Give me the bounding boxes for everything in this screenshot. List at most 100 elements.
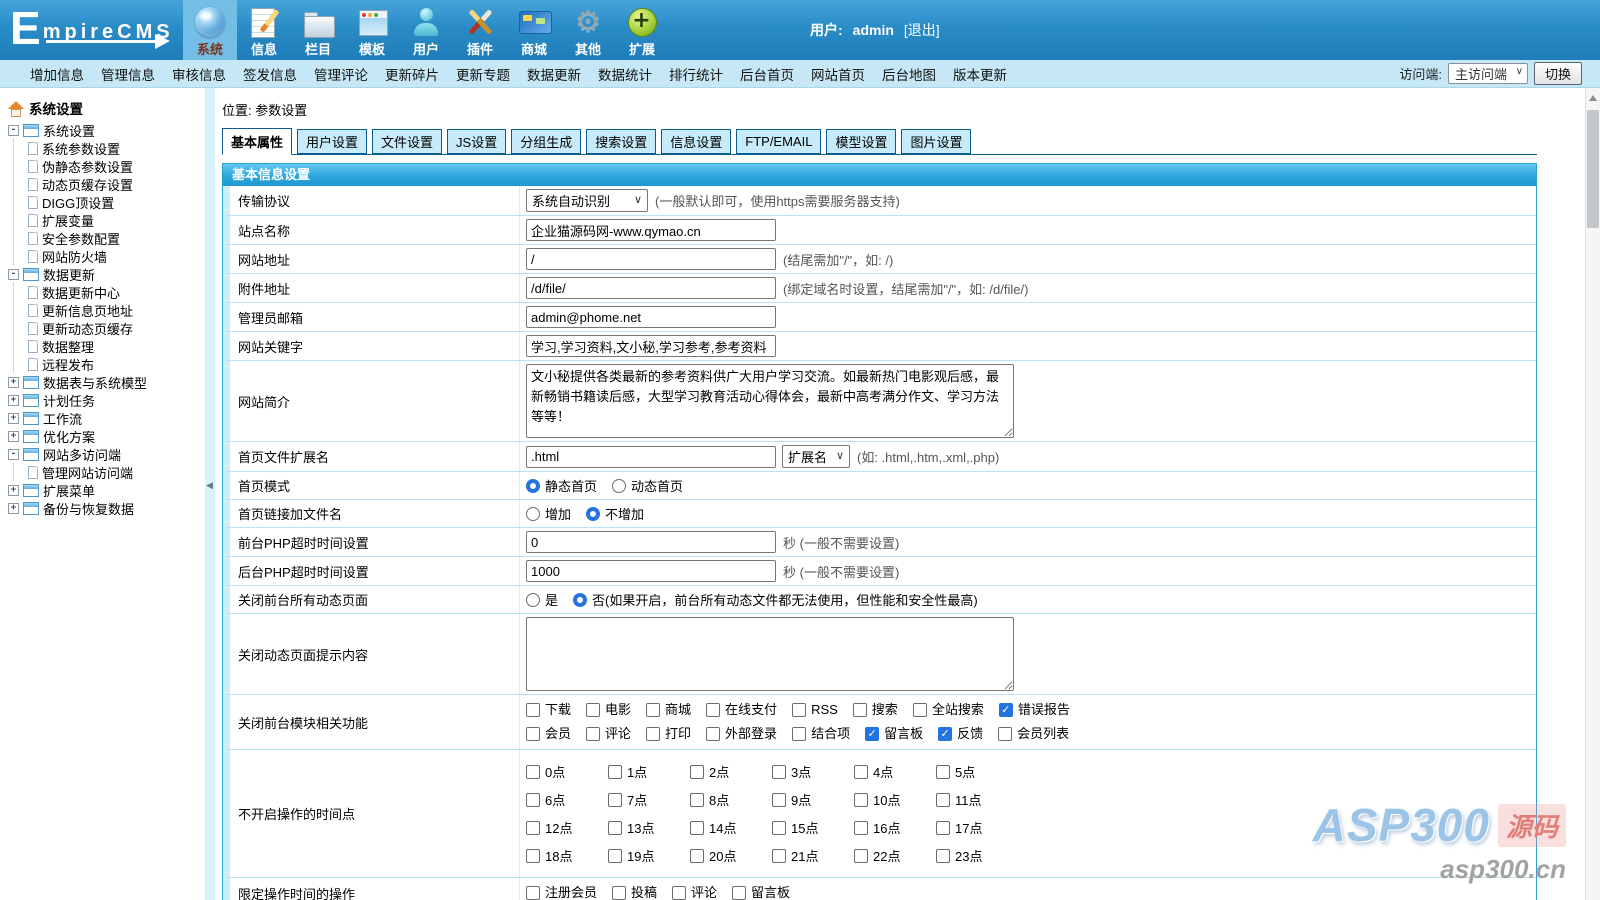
switch-button[interactable]: 切换 [1534,62,1582,85]
text-input[interactable] [526,531,776,553]
checkbox-option[interactable]: 打印 [646,722,691,746]
collapse-toggle-icon[interactable]: - [8,125,19,136]
checkbox-option[interactable]: 11点 [936,790,1003,809]
menu-item-globe[interactable]: 系统 [183,0,237,60]
menu-item-extend-plus[interactable]: 扩展 [615,0,669,60]
nav-link[interactable]: 数据更新 [527,64,581,84]
checkbox-unchecked[interactable] [936,765,950,779]
tree-leaf[interactable]: 安全参数配置 [28,229,205,247]
checkbox-unchecked[interactable] [608,821,622,835]
checkbox-option[interactable]: 8点 [690,790,757,809]
checkbox-unchecked[interactable] [526,727,540,741]
checkbox-option[interactable]: 下载 [526,698,571,722]
checkbox-unchecked[interactable] [772,821,786,835]
nav-link[interactable]: 后台地图 [882,64,936,84]
checkbox-option[interactable]: 结合项 [792,722,850,746]
checkbox-unchecked[interactable] [936,793,950,807]
radio-unchecked[interactable] [526,593,540,607]
checkbox-unchecked[interactable] [646,703,660,717]
radio-unchecked[interactable] [526,507,540,521]
checkbox-unchecked[interactable] [690,765,704,779]
checkbox-option[interactable]: 0点 [526,762,593,781]
checkbox-option[interactable]: 4点 [854,762,921,781]
menu-item-plugin-tools[interactable]: 插件 [453,0,507,60]
tab-4[interactable]: JS设置 [447,129,506,154]
checkbox-unchecked[interactable] [526,849,540,863]
textarea-input[interactable] [526,617,1014,691]
checkbox-option[interactable]: 留言板 [732,881,790,900]
tree-node[interactable]: -系统设置 [8,121,205,139]
menu-item-template-window[interactable]: 模板 [345,0,399,60]
scroll-up-icon[interactable] [1589,95,1597,101]
checkbox-option[interactable]: 22点 [854,846,921,865]
radio-option[interactable]: 否(如果开启，前台所有动态文件都无法使用，但性能和安全性最高) [573,590,978,609]
checkbox-option[interactable]: 3点 [772,762,839,781]
checkbox-unchecked[interactable] [854,849,868,863]
expand-toggle-icon[interactable]: + [8,413,19,424]
text-input[interactable] [526,248,776,270]
textarea-input[interactable] [526,364,1014,438]
nav-link[interactable]: 签发信息 [243,64,297,84]
checkbox-option[interactable]: 外部登录 [706,722,777,746]
nav-link[interactable]: 管理信息 [101,64,155,84]
nav-link[interactable]: 审核信息 [172,64,226,84]
tree-leaf[interactable]: 管理网站访问端 [28,463,205,481]
text-input[interactable] [526,335,776,357]
checkbox-option[interactable]: 13点 [608,818,675,837]
checkbox-unchecked[interactable] [854,765,868,779]
checkbox-option[interactable]: 反馈 [938,722,983,746]
checkbox-checked[interactable] [999,703,1013,717]
sidebar-root[interactable]: 系统设置 [8,98,205,118]
checkbox-option[interactable]: 评论 [586,722,631,746]
checkbox-option[interactable]: 在线支付 [706,698,777,722]
vertical-scrollbar[interactable] [1585,88,1600,900]
tree-node[interactable]: +备份与恢复数据 [8,499,205,517]
checkbox-option[interactable]: 19点 [608,846,675,865]
breadcrumb-current[interactable]: 参数设置 [255,103,307,118]
tab-6[interactable]: 搜索设置 [586,129,656,154]
checkbox-unchecked[interactable] [526,765,540,779]
expand-toggle-icon[interactable]: + [8,395,19,406]
checkbox-unchecked[interactable] [690,849,704,863]
checkbox-unchecked[interactable] [608,793,622,807]
dropdown-select[interactable]: 扩展名 [782,445,850,468]
tree-leaf[interactable]: 动态页缓存设置 [28,175,205,193]
checkbox-option[interactable]: RSS [792,698,838,722]
checkbox-option[interactable]: 评论 [672,881,717,900]
checkbox-option[interactable]: 6点 [526,790,593,809]
radio-unchecked[interactable] [612,479,626,493]
checkbox-option[interactable]: 商城 [646,698,691,722]
tree-leaf[interactable]: 更新动态页缓存 [28,319,205,337]
checkbox-option[interactable]: 会员 [526,722,571,746]
checkbox-unchecked[interactable] [792,703,806,717]
nav-link[interactable]: 更新碎片 [385,64,439,84]
tree-node[interactable]: +扩展菜单 [8,481,205,499]
checkbox-unchecked[interactable] [732,886,746,900]
checkbox-unchecked[interactable] [772,849,786,863]
tree-leaf[interactable]: 数据整理 [28,337,205,355]
checkbox-option[interactable]: 会员列表 [998,722,1069,746]
checkbox-option[interactable]: 搜索 [853,698,898,722]
checkbox-option[interactable]: 17点 [936,818,1003,837]
radio-option[interactable]: 不增加 [586,504,644,523]
checkbox-unchecked[interactable] [936,821,950,835]
checkbox-option[interactable]: 全站搜索 [913,698,984,722]
checkbox-unchecked[interactable] [792,727,806,741]
menu-item-user[interactable]: 用户 [399,0,453,60]
checkbox-unchecked[interactable] [526,821,540,835]
expand-toggle-icon[interactable]: + [8,503,19,514]
expand-toggle-icon[interactable]: + [8,377,19,388]
text-input[interactable] [526,446,776,468]
checkbox-option[interactable]: 21点 [772,846,839,865]
checkbox-unchecked[interactable] [998,727,1012,741]
checkbox-option[interactable]: 错误报告 [999,698,1070,722]
checkbox-unchecked[interactable] [772,765,786,779]
tree-node[interactable]: +计划任务 [8,391,205,409]
sidebar-collapse-icon[interactable]: ◀ [206,480,213,491]
checkbox-option[interactable]: 23点 [936,846,1003,865]
nav-link[interactable]: 数据统计 [598,64,652,84]
checkbox-unchecked[interactable] [690,793,704,807]
tree-leaf[interactable]: 伪静态参数设置 [28,157,205,175]
tree-node[interactable]: -网站多访问端 [8,445,205,463]
checkbox-unchecked[interactable] [853,703,867,717]
